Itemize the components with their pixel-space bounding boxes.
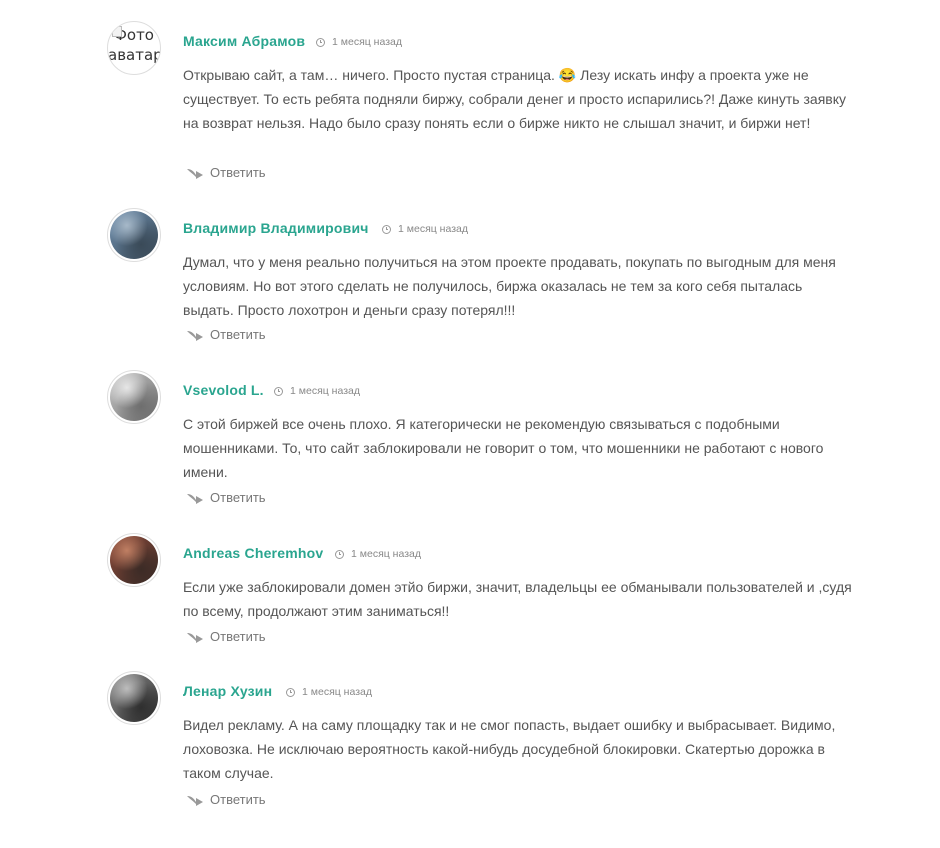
comment-text: Если уже заблокировали домен этйо биржи,… — [183, 579, 852, 619]
comment-text: С этой биржей все очень плохо. Я категор… — [183, 416, 824, 480]
avatar-photo — [110, 373, 158, 421]
avatar — [107, 671, 161, 725]
reply-label: Ответить — [210, 165, 266, 180]
reply-label: Ответить — [210, 792, 266, 807]
reply-arrow-icon — [187, 632, 203, 643]
reply-arrow-icon — [187, 168, 203, 179]
reply-button[interactable]: Ответить — [186, 165, 266, 180]
comment-time[interactable]: 1 месяц назад — [286, 686, 372, 698]
clock-icon — [382, 224, 391, 234]
avatar-photo — [110, 536, 158, 584]
reply-button[interactable]: Ответить — [186, 792, 266, 807]
comment-time-label: 1 месяц назад — [332, 36, 402, 48]
reply-button[interactable]: Ответить — [186, 327, 266, 342]
comment-time-label: 1 месяц назад — [351, 548, 421, 560]
clock-icon — [286, 687, 295, 697]
comment-author[interactable]: Максим Абрамов — [183, 33, 305, 49]
comment-time-label: 1 месяц назад — [302, 686, 372, 698]
comment-time[interactable]: 1 месяц назад — [335, 548, 421, 560]
comment-text: Думал, что у меня реально получиться на … — [183, 254, 836, 318]
reply-button[interactable]: Ответить — [186, 629, 266, 644]
comment-text: Открываю сайт, а там… ничего. Просто пус… — [183, 67, 846, 131]
clock-icon — [335, 549, 344, 559]
clock-icon — [316, 37, 325, 47]
reply-arrow-icon — [187, 330, 203, 341]
comment-time[interactable]: 1 месяц назад — [382, 223, 468, 235]
comment-time-label: 1 месяц назад — [290, 385, 360, 397]
reply-arrow-icon — [187, 493, 203, 504]
comment-author[interactable]: Andreas Cheremhov — [183, 545, 323, 561]
reply-label: Ответить — [210, 490, 266, 505]
avatar: Фото аватара — [107, 21, 161, 75]
avatar-photo — [110, 674, 158, 722]
avatar-photo — [110, 211, 158, 259]
comment-author[interactable]: Vsevolod L. — [183, 382, 264, 398]
clock-icon — [274, 386, 283, 396]
comments-list: Фото аватара Максим Абрамов 1 месяц наза… — [0, 0, 940, 848]
avatar — [107, 208, 161, 262]
reply-label: Ответить — [210, 629, 266, 644]
comment-author[interactable]: Ленар Хузин — [183, 683, 272, 699]
avatar — [107, 370, 161, 424]
reply-button[interactable]: Ответить — [186, 490, 266, 505]
comment-time[interactable]: 1 месяц назад — [274, 385, 360, 397]
reply-label: Ответить — [210, 327, 266, 342]
comment-author[interactable]: Владимир Владимирович — [183, 220, 369, 236]
comment-text: Видел рекламу. А на саму площадку так и … — [183, 717, 836, 781]
broken-image-icon — [112, 26, 122, 37]
comment-time[interactable]: 1 месяц назад — [316, 36, 402, 48]
avatar — [107, 533, 161, 587]
reply-arrow-icon — [187, 795, 203, 806]
comment-time-label: 1 месяц назад — [398, 223, 468, 235]
